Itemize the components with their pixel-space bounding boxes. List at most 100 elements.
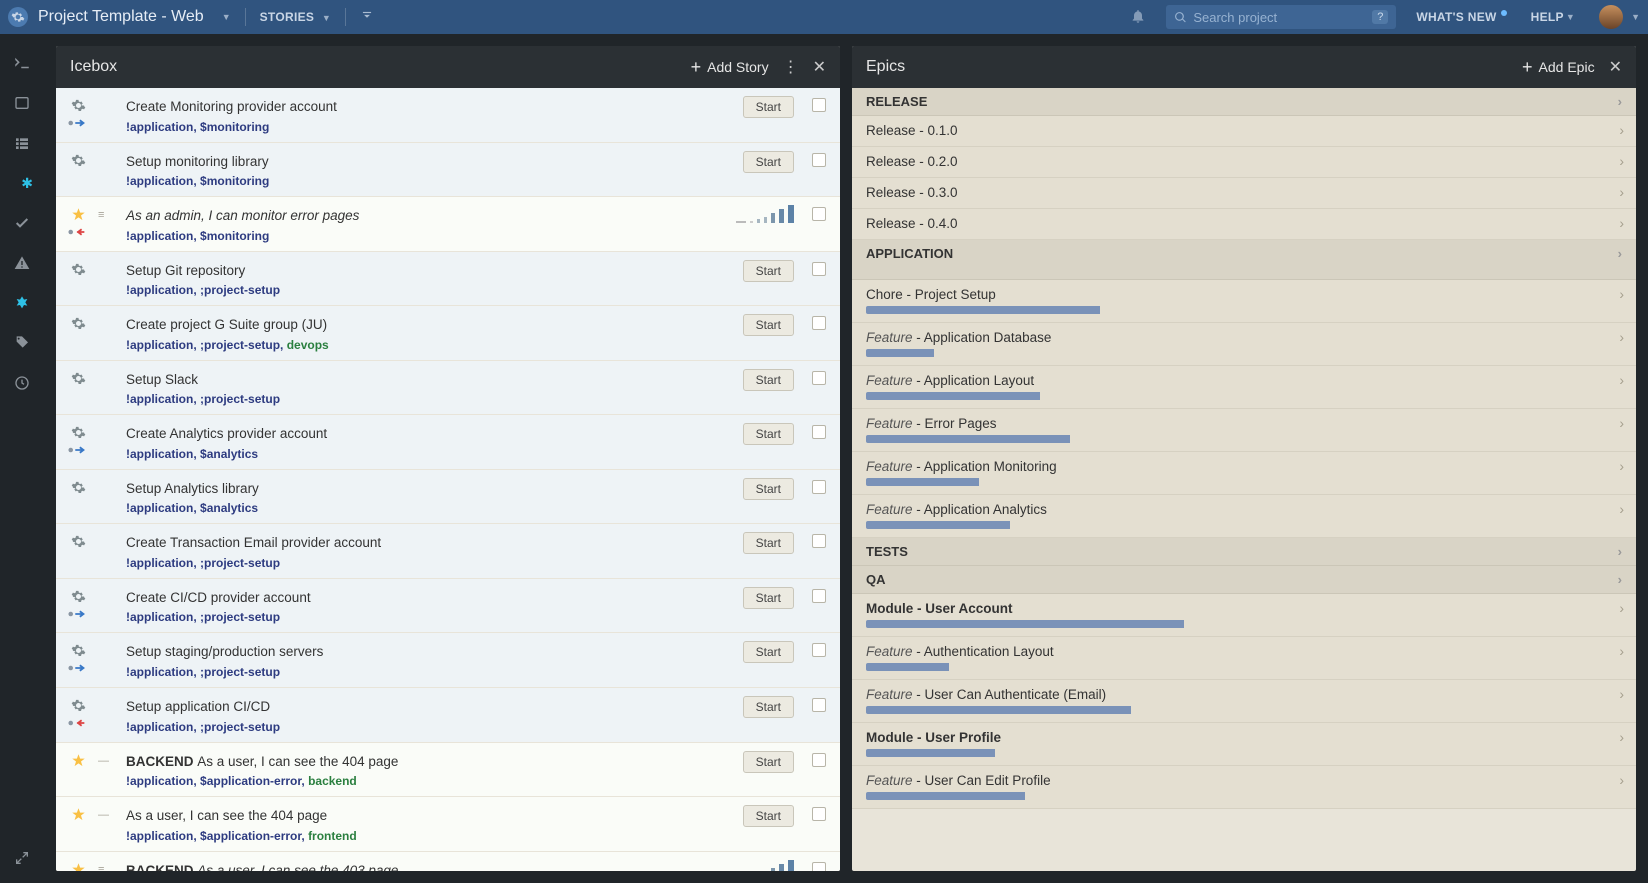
dependency-icon — [68, 118, 88, 128]
story-checkbox[interactable] — [812, 98, 826, 112]
add-epic-button[interactable]: +Add Epic — [1522, 58, 1595, 76]
icebox-icon[interactable]: ✱ — [11, 172, 33, 194]
epic-row[interactable]: Release - 0.4.0› — [852, 209, 1636, 240]
more-icon[interactable]: ⋮ — [783, 57, 799, 77]
story-labels: !application, $monitoring — [126, 120, 824, 134]
epic-row[interactable]: Feature - Error Pages› — [852, 409, 1636, 452]
epic-row[interactable]: Release - 0.2.0› — [852, 147, 1636, 178]
story-checkbox[interactable] — [812, 262, 826, 276]
story-labels: !application, ;project-setup, devops — [126, 338, 824, 352]
caret-down-icon[interactable]: ▼ — [1631, 12, 1640, 22]
story-row[interactable]: Create CI/CD provider account!applicatio… — [56, 579, 840, 634]
story-row[interactable]: Setup staging/production servers!applica… — [56, 633, 840, 688]
start-button[interactable]: Start — [743, 532, 794, 554]
start-button[interactable]: Start — [743, 751, 794, 773]
close-icon[interactable]: ✕ — [813, 57, 826, 77]
close-icon[interactable]: ✕ — [1609, 57, 1622, 77]
search-input[interactable] — [1193, 10, 1372, 25]
story-row[interactable]: Setup application CI/CD!application, ;pr… — [56, 688, 840, 743]
epics-icon[interactable] — [11, 292, 33, 314]
story-row[interactable]: Setup Analytics library!application, $an… — [56, 470, 840, 525]
help-link[interactable]: HELP ▼ — [1531, 10, 1575, 24]
estimate-selector[interactable] — [736, 860, 794, 871]
start-button[interactable]: Start — [743, 587, 794, 609]
story-checkbox[interactable] — [812, 534, 826, 548]
epic-row[interactable]: Feature - Authentication Layout› — [852, 637, 1636, 680]
terminal-icon[interactable] — [11, 52, 33, 74]
epic-row[interactable]: Release - 0.3.0› — [852, 178, 1636, 209]
done-icon[interactable] — [11, 212, 33, 234]
star-icon — [70, 807, 86, 825]
gear-icon — [70, 316, 86, 334]
story-checkbox[interactable] — [812, 207, 826, 221]
story-checkbox[interactable] — [812, 480, 826, 494]
list-icon[interactable] — [11, 132, 33, 154]
epic-row[interactable]: Feature - User Can Edit Profile› — [852, 766, 1636, 809]
story-checkbox[interactable] — [812, 371, 826, 385]
notifications-icon[interactable] — [1130, 8, 1146, 27]
start-button[interactable]: Start — [743, 151, 794, 173]
labels-icon[interactable] — [11, 332, 33, 354]
start-button[interactable]: Start — [743, 696, 794, 718]
story-title: Setup staging/production servers — [126, 643, 824, 661]
story-checkbox[interactable] — [812, 425, 826, 439]
story-checkbox[interactable] — [812, 316, 826, 330]
story-row[interactable]: ≡BACKEND As a user, I can see the 403 pa… — [56, 852, 840, 871]
epic-row[interactable]: Feature - User Can Authenticate (Email)› — [852, 680, 1636, 723]
epic-row[interactable]: Feature - Application Monitoring› — [852, 452, 1636, 495]
history-icon[interactable] — [11, 372, 33, 394]
epic-section-header[interactable]: Module - User Account› — [852, 594, 1636, 637]
story-row[interactable]: Create Transaction Email provider accoun… — [56, 524, 840, 579]
blocked-icon[interactable] — [11, 252, 33, 274]
epic-row[interactable]: Feature - Application Database› — [852, 323, 1636, 366]
story-row[interactable]: Create Analytics provider account!applic… — [56, 415, 840, 470]
story-checkbox[interactable] — [812, 753, 826, 767]
story-row[interactable]: Setup monitoring library!application, $m… — [56, 143, 840, 198]
story-row[interactable]: —BACKEND As a user, I can see the 404 pa… — [56, 743, 840, 798]
epic-row[interactable]: Feature - Application Analytics› — [852, 495, 1636, 538]
story-checkbox[interactable] — [812, 807, 826, 821]
start-button[interactable]: Start — [743, 260, 794, 282]
stories-menu[interactable]: STORIES ▼ — [260, 10, 331, 24]
start-button[interactable]: Start — [743, 423, 794, 445]
collapse-icon[interactable] — [360, 9, 374, 26]
story-row[interactable]: Create project G Suite group (JU)!applic… — [56, 306, 840, 361]
epic-section-header[interactable]: QA› — [852, 566, 1636, 594]
story-checkbox[interactable] — [812, 153, 826, 167]
story-checkbox[interactable] — [812, 862, 826, 871]
epic-row[interactable]: Chore - Project Setup› — [852, 280, 1636, 323]
story-row[interactable]: —As a user, I can see the 404 page!appli… — [56, 797, 840, 852]
story-checkbox[interactable] — [812, 589, 826, 603]
epics-body[interactable]: RELEASE›Release - 0.1.0›Release - 0.2.0›… — [852, 88, 1636, 871]
story-row[interactable]: Create Monitoring provider account!appli… — [56, 88, 840, 143]
app-logo[interactable] — [8, 7, 28, 27]
estimate-selector[interactable] — [736, 205, 794, 223]
epic-row[interactable]: Release - 0.1.0› — [852, 116, 1636, 147]
search-box[interactable]: ? — [1166, 5, 1396, 29]
start-button[interactable]: Start — [743, 96, 794, 118]
user-avatar[interactable] — [1599, 5, 1623, 29]
story-row[interactable]: ≡As an admin, I can monitor error pages!… — [56, 197, 840, 252]
epic-section-header[interactable]: TESTS› — [852, 538, 1636, 566]
story-checkbox[interactable] — [812, 698, 826, 712]
story-row[interactable]: Setup Slack!application, ;project-setupS… — [56, 361, 840, 416]
icebox-body[interactable]: Create Monitoring provider account!appli… — [56, 88, 840, 871]
story-row[interactable]: Setup Git repository!application, ;proje… — [56, 252, 840, 307]
project-title[interactable]: Project Template - Web — [38, 8, 218, 26]
epic-section-header[interactable]: RELEASE› — [852, 88, 1636, 116]
start-button[interactable]: Start — [743, 478, 794, 500]
expand-icon[interactable] — [11, 847, 33, 869]
start-button[interactable]: Start — [743, 641, 794, 663]
story-title: As an admin, I can monitor error pages — [126, 207, 824, 225]
start-button[interactable]: Start — [743, 369, 794, 391]
start-button[interactable]: Start — [743, 314, 794, 336]
add-story-button[interactable]: +Add Story — [691, 58, 769, 76]
epic-row[interactable]: Feature - Application Layout› — [852, 366, 1636, 409]
caret-down-icon[interactable]: ▼ — [222, 12, 231, 22]
epic-section-header[interactable]: APPLICATION› — [852, 240, 1636, 280]
whats-new-link[interactable]: WHAT'S NEW — [1416, 10, 1506, 24]
panel-icon[interactable] — [11, 92, 33, 114]
start-button[interactable]: Start — [743, 805, 794, 827]
epic-section-header[interactable]: Module - User Profile› — [852, 723, 1636, 766]
story-checkbox[interactable] — [812, 643, 826, 657]
